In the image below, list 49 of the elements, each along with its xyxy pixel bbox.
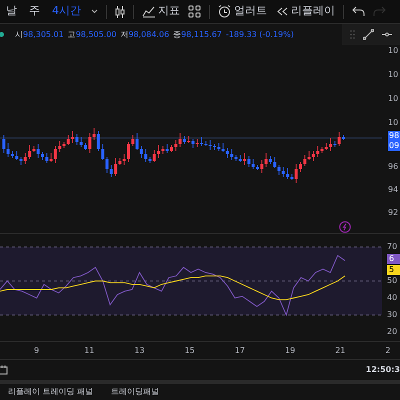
alert-button[interactable]: 얼러트	[218, 3, 267, 20]
interval-button[interactable]: 주	[27, 3, 42, 20]
rsi-value-badge: 6	[387, 254, 400, 264]
ohlc-value: 시98,305.01	[15, 28, 64, 40]
indicator-chart-icon	[142, 5, 155, 18]
undo-icon[interactable]	[352, 5, 365, 18]
ohlc-value: 고98,505.00	[68, 28, 116, 40]
trend-line-icon[interactable]	[363, 29, 374, 40]
drag-handle-icon[interactable]	[350, 30, 355, 39]
price-label: 10	[388, 45, 398, 57]
indicators-button[interactable]: 지표	[142, 3, 180, 20]
replay-button[interactable]: 리플레이	[275, 3, 335, 20]
rsi-value-badge: 5	[387, 265, 400, 275]
price-label: 10	[388, 117, 398, 129]
interval-button[interactable]: 4시간	[50, 3, 83, 20]
alarm-clock-icon	[218, 5, 231, 18]
date-label: 15	[184, 345, 195, 357]
rsi-label: 50	[387, 276, 398, 286]
date-label: 17	[234, 345, 245, 357]
rsi-label: 30	[387, 310, 398, 320]
horizontal-line-icon[interactable]	[382, 32, 392, 37]
price-label: 10	[388, 69, 398, 81]
date-label: 21	[335, 345, 346, 357]
rewind-icon	[275, 5, 288, 18]
price-change: -189.33 (-0.19%)	[226, 28, 294, 40]
price-label: 94	[388, 184, 398, 196]
clock-time: 12:50:3	[366, 364, 400, 376]
calendar-icon[interactable]	[0, 365, 8, 375]
rsi-label: 40	[387, 293, 398, 303]
price-label: 10	[388, 93, 398, 105]
interval-button[interactable]: 날	[4, 3, 19, 20]
lightning-icon[interactable]	[339, 221, 351, 233]
price-label: 96	[388, 161, 398, 173]
date-label: 19	[285, 345, 296, 357]
date-label: 2	[385, 345, 390, 357]
grid-icon[interactable]	[188, 5, 201, 18]
panel-tab[interactable]: 트레이딩패널	[111, 386, 160, 398]
candles-icon[interactable]	[115, 6, 125, 18]
ohlc-value: 저98,084.06	[120, 28, 170, 40]
ohlc-value: 종98,115.67	[173, 28, 222, 40]
price-label: 92	[388, 207, 398, 219]
date-label: 9	[34, 345, 40, 357]
rsi-label: 70	[387, 242, 398, 252]
date-label: 11	[84, 345, 94, 357]
price-badge: 98 09	[388, 131, 400, 151]
date-label: 13	[134, 345, 145, 357]
rsi-label: 20	[387, 327, 398, 337]
panel-tab[interactable]: 리플레이 트레이딩 패널	[8, 386, 94, 398]
caret-icon[interactable]	[91, 9, 98, 14]
